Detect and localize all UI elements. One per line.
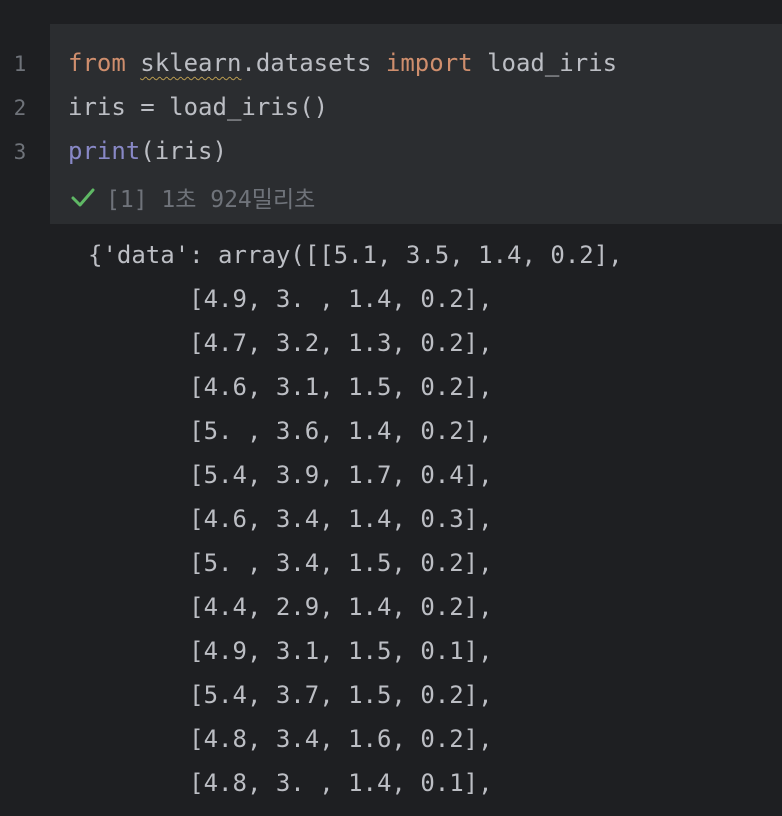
output-line: [4.6, 3.4, 1.4, 0.3],: [88, 505, 493, 533]
code-line-1[interactable]: from sklearn.datasets import load_iris: [68, 41, 617, 85]
output-line: [4.9, 3.1, 1.5, 0.1],: [88, 637, 493, 665]
code-cell[interactable]: from sklearn.datasets import load_iris i…: [50, 24, 782, 224]
output-line: [4.7, 3.2, 1.3, 0.2],: [88, 329, 493, 357]
module-name-sklearn: sklearn: [140, 49, 242, 77]
output-line: [5. , 3.6, 1.4, 0.2],: [88, 417, 493, 445]
cell-output: {'data': array([[5.1, 3.5, 1.4, 0.2], [4…: [88, 233, 778, 805]
output-line: [5. , 3.4, 1.5, 0.2],: [88, 549, 493, 577]
line-number-1: 1: [13, 52, 27, 76]
line-number-3: 3: [13, 140, 27, 164]
keyword-import: import: [385, 49, 473, 77]
line-number-2: 2: [13, 96, 27, 120]
output-line: {'data': array([[5.1, 3.5, 1.4, 0.2],: [88, 241, 623, 269]
module-name-suffix: .datasets: [241, 49, 372, 77]
code-line-3[interactable]: print(iris): [68, 129, 227, 173]
output-line: [5.4, 3.7, 1.5, 0.2],: [88, 681, 493, 709]
keyword-from: from: [68, 49, 126, 77]
output-line: [4.8, 3.4, 1.6, 0.2],: [88, 725, 493, 753]
builtin-print: print: [68, 137, 141, 165]
code-line-2[interactable]: iris = load_iris(): [68, 85, 328, 129]
output-line: [5.4, 3.9, 1.7, 0.4],: [88, 461, 493, 489]
output-line: [4.4, 2.9, 1.4, 0.2],: [88, 593, 493, 621]
imported-name: load_iris: [487, 49, 618, 77]
execution-status: [1] 1초 924밀리초: [70, 179, 315, 215]
output-line: [4.9, 3. , 1.4, 0.2],: [88, 285, 493, 313]
print-args: (iris): [140, 137, 227, 165]
check-icon: [71, 188, 95, 207]
output-line: [4.6, 3.1, 1.5, 0.2],: [88, 373, 493, 401]
output-line: [4.8, 3. , 1.4, 0.1],: [88, 769, 493, 797]
execution-time-label: [1] 1초 924밀리초: [106, 187, 316, 213]
line-number-gutter: 1 2 3: [0, 24, 50, 224]
